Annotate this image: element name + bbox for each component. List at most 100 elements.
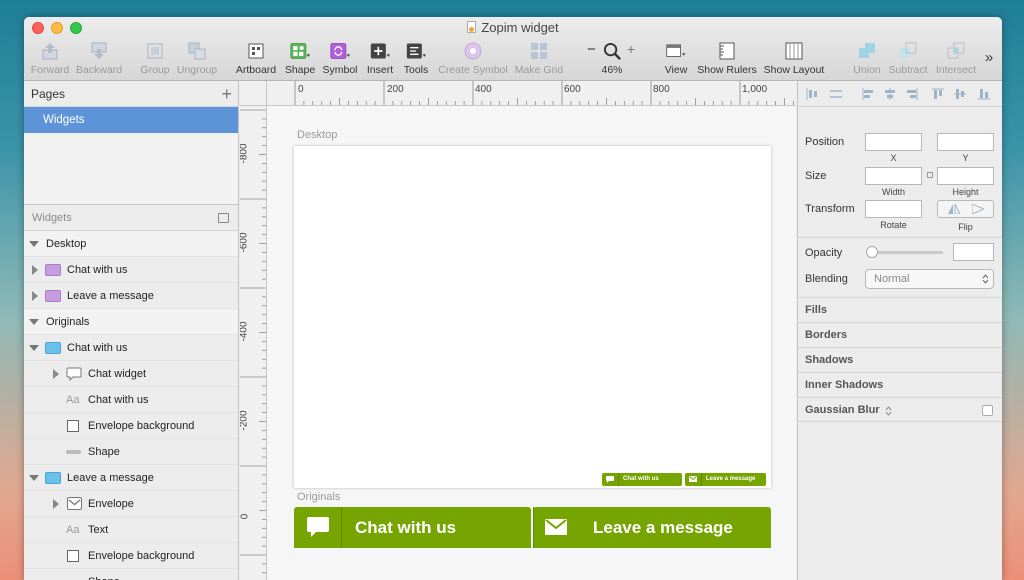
layers-header: Widgets [24,205,238,231]
layer-chat-widget[interactable]: Chat widget [24,361,238,387]
symbol-button[interactable]: Symbol [321,41,359,79]
align-middle-icon[interactable] [954,88,966,100]
layout-icon [785,42,803,60]
page-item-widgets[interactable]: Widgets [24,107,238,133]
shape-button[interactable]: Shape [282,41,318,79]
leave-a-message-button[interactable]: Leave a message [533,507,771,548]
position-y-field[interactable] [937,133,994,151]
distribute-icon[interactable] [830,88,842,100]
disclosure-closed-icon[interactable] [53,499,59,509]
ruler-label: -800 [240,143,250,164]
app-window: Zopim widget Forward Backward Group Ungr… [24,17,1002,580]
add-page-button[interactable]: + [221,81,232,107]
layer-envelope-background-2[interactable]: Envelope background [24,543,238,569]
shadows-section[interactable]: Shadows [798,347,1002,372]
artboard-desktop[interactable]: Chat with us Leave a message [294,146,771,488]
subtract-button[interactable]: Subtract [886,41,930,79]
flip-vertical-icon[interactable] [972,204,984,214]
chat-with-us-button[interactable]: Chat with us [294,507,531,548]
show-rulers-button[interactable]: Show Rulers [697,41,757,79]
small-chat-button[interactable]: Chat with us [602,473,682,486]
backward-button[interactable]: Backward [74,41,124,79]
align-right-icon[interactable] [906,88,918,100]
symbol-folder-icon [45,264,61,276]
blending-select[interactable]: Normal [865,269,994,289]
vertical-ruler[interactable]: -800 -600 -400 -200 0 [240,106,267,580]
small-leave-button[interactable]: Leave a message [685,473,766,486]
disclosure-closed-icon[interactable] [53,369,59,379]
align-bottom-icon[interactable] [978,88,990,100]
shape-layer-icon [66,450,81,454]
tools-button[interactable]: Tools [400,41,432,79]
flip-horizontal-icon[interactable] [948,204,960,214]
pages-list [24,133,238,205]
layer-envelope-background-1[interactable]: Envelope background [24,413,238,439]
union-button[interactable]: Union [849,41,885,79]
artboard-button[interactable]: Artboard [234,41,278,79]
collapse-layers-icon[interactable] [218,213,229,223]
opacity-slider-thumb[interactable] [866,246,878,258]
layer-artboard-desktop[interactable]: Desktop [24,231,238,257]
layer-artboard-originals[interactable]: Originals [24,309,238,335]
ungroup-button[interactable]: Ungroup [175,41,219,79]
select-arrows-icon[interactable] [885,406,892,416]
zoom-out-button[interactable]: − [587,41,596,58]
disclosure-open-icon[interactable] [29,345,39,351]
layer-shape-1[interactable]: Shape [24,439,238,465]
position-x-field[interactable] [865,133,922,151]
envelope-icon [689,476,697,482]
zoom-in-button[interactable]: + [627,41,635,57]
disclosure-closed-icon[interactable] [32,291,38,301]
horizontal-ruler[interactable]: 0 200 400 600 800 1,000 [267,81,796,106]
create-symbol-button[interactable]: Create Symbol [437,41,509,79]
gaussian-blur-checkbox[interactable] [982,405,993,416]
layer-chat-text[interactable]: Aa Chat with us [24,387,238,413]
envelope-icon [545,519,567,535]
disclosure-open-icon[interactable] [29,319,39,325]
layer-group-chat[interactable]: Chat with us [24,257,238,283]
artboard-title-desktop[interactable]: Desktop [297,129,337,141]
rotate-field[interactable] [865,200,922,218]
gaussian-blur-section[interactable]: Gaussian Blur [798,397,1002,422]
forward-button[interactable]: Forward [29,41,71,79]
flip-control[interactable] [937,200,994,218]
artboard-title-originals[interactable]: Originals [297,491,340,503]
ruler-label: 800 [653,84,670,95]
disclosure-closed-icon[interactable] [32,265,38,275]
transform-label: Transform [805,203,855,215]
ruler-label: 1,000 [742,84,768,95]
align-left-icon[interactable] [806,88,818,100]
disclosure-open-icon[interactable] [29,475,39,481]
height-field[interactable] [937,167,994,185]
layer-group-orig-leave[interactable]: Leave a message [24,465,238,491]
fills-section[interactable]: Fills [798,297,1002,322]
group-icon [147,43,163,59]
align-top-icon[interactable] [932,88,944,100]
intersect-button[interactable]: Intersect [933,41,979,79]
magnifier-icon [603,42,621,60]
align-center-icon[interactable] [884,88,896,100]
opacity-field[interactable] [953,243,994,261]
layer-shape-2[interactable]: Shape [24,569,238,580]
align-left-edges-icon[interactable] [862,88,874,100]
make-grid-button[interactable]: Make Grid [513,41,565,79]
show-layout-button[interactable]: Show Layout [763,41,825,79]
borders-section[interactable]: Borders [798,322,1002,347]
plus-icon [370,43,390,59]
tools-icon [406,43,426,59]
insert-button[interactable]: Insert [364,41,396,79]
layer-group-orig-chat[interactable]: Chat with us [24,335,238,361]
ruler-ticks [240,109,266,574]
zoom-control[interactable]: − + 46% [584,41,640,79]
grid-icon [531,43,547,59]
disclosure-open-icon[interactable] [29,241,39,247]
layer-group-leave[interactable]: Leave a message [24,283,238,309]
layer-text[interactable]: Aa Text [24,517,238,543]
layer-envelope[interactable]: Envelope [24,491,238,517]
view-button[interactable]: View [659,41,693,79]
lock-icon[interactable] [927,172,933,178]
width-field[interactable] [865,167,922,185]
subtract-icon [900,42,917,58]
inner-shadows-section[interactable]: Inner Shadows [798,372,1002,397]
group-button[interactable]: Group [137,41,173,79]
